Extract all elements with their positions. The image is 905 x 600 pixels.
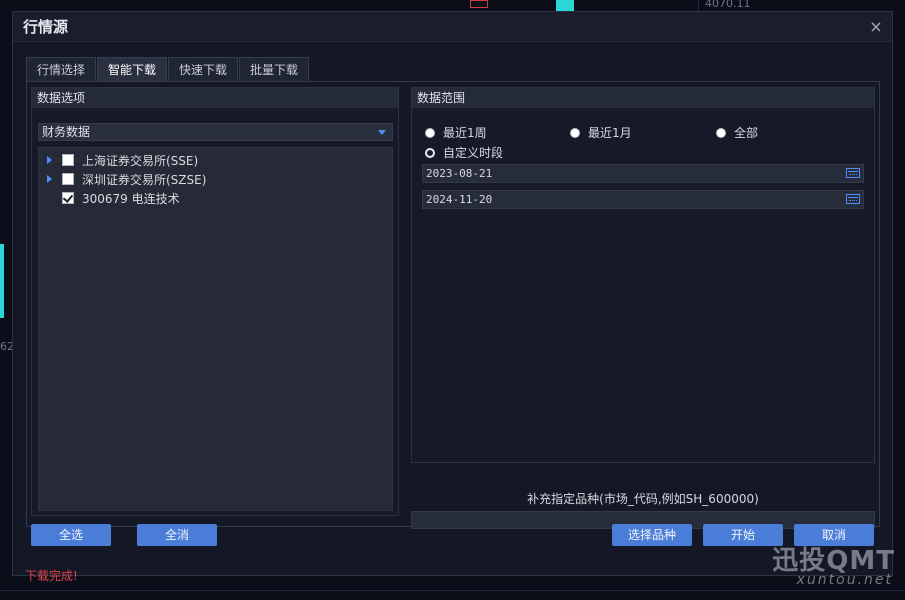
start-date-field[interactable]: 2023-08-21 [422, 164, 864, 183]
chevron-down-icon[interactable] [378, 130, 386, 135]
tab-smart-download[interactable]: 智能下载 [97, 57, 168, 81]
tree-checkbox[interactable] [62, 154, 74, 166]
start-button[interactable]: 开始 [703, 524, 783, 546]
tree-item-sse[interactable]: 上海证券交易所(SSE) [39, 151, 198, 169]
market-source-dialog: 行情源 × 行情选择 智能下载 快速下载 批量下载 数据选项 财务数据 上海证券… [12, 11, 893, 583]
radio-label: 自定义时段 [443, 146, 504, 160]
tree-item-label: 深圳证券交易所(SZSE) [82, 172, 207, 187]
dialog-title: 行情源 [23, 18, 69, 36]
tab-market-select[interactable]: 行情选择 [26, 57, 97, 81]
tree-checkbox[interactable] [62, 173, 74, 185]
data-options-panel: 数据选项 财务数据 上海证券交易所(SSE) 深圳证券交易所(SZSE) 300… [31, 87, 399, 516]
tab-batch-download[interactable]: 批量下载 [239, 57, 310, 81]
bg-axis-value: 4070.11 [705, 0, 751, 10]
data-options-header: 数据选项 [32, 88, 398, 108]
symbol-tree: 上海证券交易所(SSE) 深圳证券交易所(SZSE) 300679 电连技术 [38, 147, 393, 511]
radio-label: 最近1月 [588, 126, 632, 140]
expand-arrow-icon[interactable] [47, 175, 52, 183]
data-range-panel: 数据范围 最近1周 最近1月 全部 自定义时段 2023-08-21 2024-… [411, 87, 875, 463]
radio-button-selected[interactable] [425, 147, 435, 158]
tab-quick-download[interactable]: 快速下载 [168, 57, 239, 81]
tree-item-label: 上海证券交易所(SSE) [82, 153, 199, 168]
radio-last-month[interactable]: 最近1月 [570, 124, 632, 141]
radio-label: 最近1周 [443, 126, 487, 140]
data-range-header: 数据范围 [412, 88, 874, 108]
status-message: 下载完成! [25, 569, 78, 583]
bg-candle [0, 244, 4, 318]
calendar-icon[interactable] [846, 168, 860, 178]
data-type-select[interactable]: 财务数据 [38, 123, 393, 141]
tree-item-szse[interactable]: 深圳证券交易所(SZSE) [39, 170, 206, 188]
data-type-select-value: 财务数据 [42, 125, 91, 139]
radio-all[interactable]: 全部 [716, 124, 758, 141]
supplement-hint: 补充指定品种(市场_代码,例如SH_600000) [527, 492, 759, 506]
bg-gridline [0, 590, 905, 591]
end-date-field[interactable]: 2024-11-20 [422, 190, 864, 209]
radio-label: 全部 [734, 126, 759, 140]
radio-custom-range[interactable]: 自定义时段 [425, 144, 503, 161]
bg-candle-red [470, 0, 488, 8]
tree-item-300679[interactable]: 300679 电连技术 [39, 189, 180, 207]
select-all-button[interactable]: 全选 [31, 524, 111, 546]
choose-symbols-button[interactable]: 选择品种 [612, 524, 692, 546]
close-icon[interactable]: × [866, 17, 886, 37]
radio-button[interactable] [716, 127, 726, 138]
radio-button[interactable] [425, 127, 435, 138]
watermark-url: xuntou.net [796, 572, 893, 588]
expand-arrow-icon[interactable] [47, 156, 52, 164]
bg-gridline [698, 0, 699, 11]
titlebar: 行情源 [13, 12, 892, 42]
tree-item-label: 300679 电连技术 [82, 191, 180, 206]
bg-candle [556, 0, 574, 11]
tree-checkbox-checked[interactable] [62, 192, 74, 204]
calendar-icon[interactable] [846, 194, 860, 204]
tab-bar: 行情选择 智能下载 快速下载 批量下载 [26, 57, 310, 81]
end-date-value: 2024-11-20 [426, 193, 493, 206]
start-date-value: 2023-08-21 [426, 167, 493, 180]
radio-last-week[interactable]: 最近1周 [425, 124, 487, 141]
deselect-all-button[interactable]: 全消 [137, 524, 217, 546]
radio-button[interactable] [570, 127, 580, 138]
